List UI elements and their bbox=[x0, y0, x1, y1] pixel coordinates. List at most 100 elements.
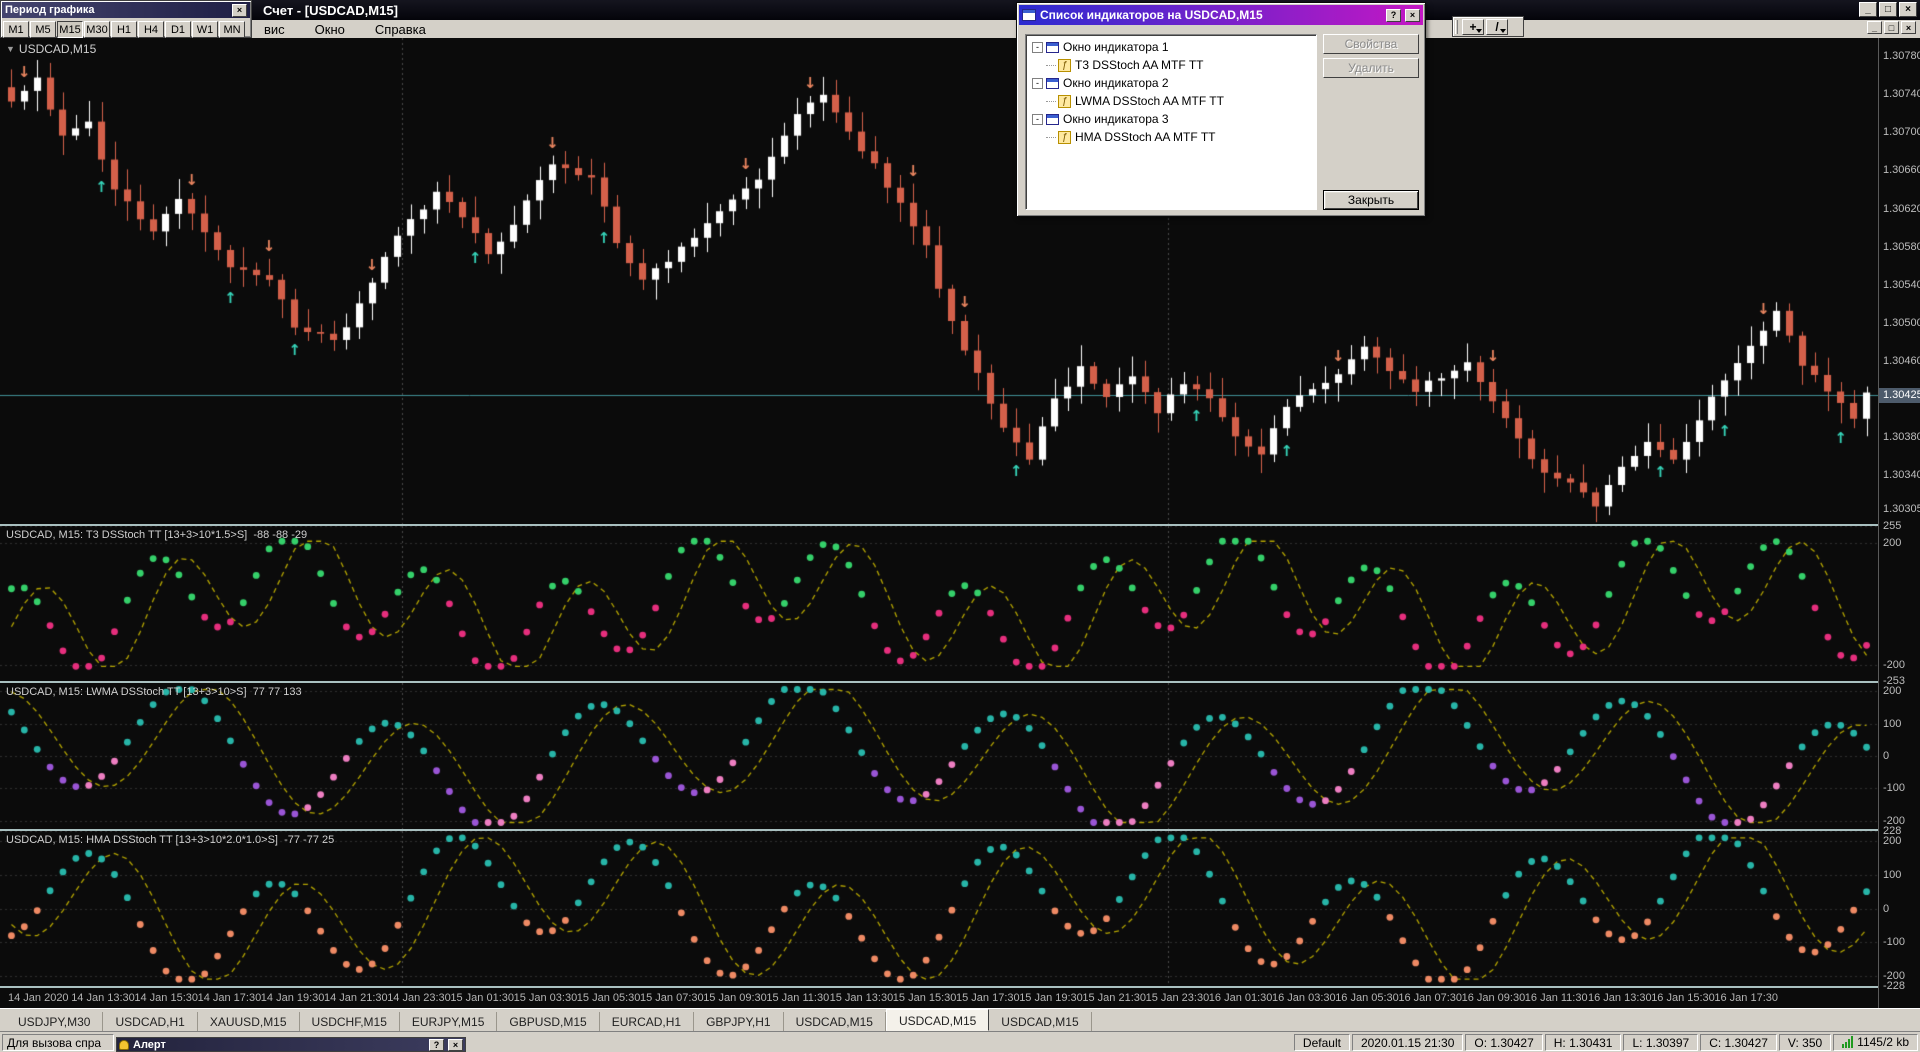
connection-bars-icon bbox=[1842, 1036, 1854, 1048]
tree-item-4[interactable]: - Окно индикатора 3 bbox=[1026, 110, 1316, 128]
indicator-pane-hma-dsstoch[interactable] bbox=[0, 831, 1878, 986]
indicator-pane-t3-dsstoch[interactable] bbox=[0, 526, 1878, 681]
indicator-fx-icon: ƒ bbox=[1058, 94, 1071, 108]
period-toolbar-close-button[interactable]: × bbox=[232, 3, 247, 17]
chart-tab-3[interactable]: USDCHF,M15 bbox=[300, 1012, 400, 1031]
timeframe-button-M5[interactable]: M5 bbox=[30, 21, 56, 38]
menu-item-Справка[interactable]: Справка bbox=[373, 22, 428, 37]
alert-window[interactable]: Алерт ? × bbox=[116, 1037, 466, 1052]
tree-collapse-icon[interactable]: - bbox=[1032, 113, 1043, 125]
tree-item-3[interactable]: ƒ LWMA DSStoch AA MTF TT bbox=[1026, 92, 1316, 110]
menu-item-Окно[interactable]: Окно bbox=[313, 22, 347, 37]
status-segments: Default 2020.01.15 21:30 O: 1.30427 H: 1.30… bbox=[1293, 1033, 1918, 1051]
indicator-pane-lwma-dsstoch[interactable] bbox=[0, 683, 1878, 829]
pane-scale-label: -228 bbox=[1883, 980, 1906, 992]
alert-window-title: Алерт bbox=[133, 1038, 166, 1051]
pane-separator[interactable] bbox=[0, 524, 1920, 526]
delete-button[interactable]: Удалить bbox=[1323, 58, 1419, 78]
tree-item-1[interactable]: ƒ T3 DSStoch AA MTF TT bbox=[1026, 56, 1316, 74]
chart-tab-2[interactable]: XAUUSD,M15 bbox=[198, 1012, 300, 1031]
dialog-title-bar[interactable]: Список индикаторов на USDCAD,M15 ? × bbox=[1019, 5, 1423, 25]
tree-collapse-icon[interactable]: - bbox=[1032, 41, 1043, 53]
trendline-icon: / bbox=[1495, 19, 1499, 34]
pane-separator[interactable] bbox=[0, 829, 1920, 831]
chart-tab-7[interactable]: GBPJPY,H1 bbox=[694, 1012, 784, 1031]
chart-tab-6[interactable]: EURCAD,H1 bbox=[600, 1012, 695, 1031]
tree-branch-line bbox=[1046, 100, 1056, 102]
connection-status: 1145/2 kb bbox=[1833, 1033, 1918, 1051]
main-window-title: Счет - [USDCAD,M15] bbox=[263, 3, 398, 18]
dialog-close-icon-button[interactable]: × bbox=[1405, 8, 1420, 22]
dialog-help-button[interactable]: ? bbox=[1386, 8, 1401, 22]
period-toolbar-title-bar[interactable]: Период графика × bbox=[2, 2, 250, 18]
time-axis-label: 15 Jan 11:30 bbox=[766, 992, 830, 1004]
chart-symbol-text: USDCAD,M15 bbox=[18, 42, 97, 56]
price-axis-label: 1.30460 bbox=[1883, 355, 1920, 367]
time-axis-label: 16 Jan 05:30 bbox=[1335, 992, 1399, 1004]
time-axis-label: 14 Jan 17:30 bbox=[197, 992, 262, 1004]
crosshair-tool-button[interactable]: + bbox=[1462, 18, 1484, 35]
chart-tab-9[interactable]: USDCAD,M15 bbox=[885, 1009, 990, 1031]
tree-item-0[interactable]: - Окно индикатора 1 bbox=[1026, 38, 1316, 56]
price-axis-label: 1.30660 bbox=[1883, 164, 1920, 177]
alert-help-button[interactable]: ? bbox=[429, 1038, 444, 1051]
time-axis-label: 16 Jan 03:30 bbox=[1272, 992, 1336, 1004]
time-axis-label: 16 Jan 01:30 bbox=[1208, 992, 1273, 1004]
timeframe-button-H1[interactable]: H1 bbox=[111, 21, 137, 38]
price-axis[interactable]: 1.30780 1.30740 1.30700 1.30660 1.30620 1.305… bbox=[1878, 38, 1920, 1008]
menu-item-вис[interactable]: вис bbox=[262, 22, 287, 37]
close-dialog-button[interactable]: Закрыть bbox=[1323, 190, 1419, 210]
tree-item-label: HMA DSStoch AA MTF TT bbox=[1075, 130, 1216, 144]
toolbar-grip[interactable] bbox=[1455, 19, 1458, 34]
price-axis-label: 1.30700 bbox=[1883, 126, 1920, 139]
time-axis-label: 14 Jan 23:30 bbox=[387, 992, 451, 1004]
time-axis-label: 15 Jan 07:30 bbox=[640, 992, 704, 1004]
minimize-button[interactable]: _ bbox=[1859, 2, 1877, 17]
timeframe-button-M1[interactable]: M1 bbox=[3, 21, 29, 38]
timeframe-button-W1[interactable]: W1 bbox=[192, 21, 218, 38]
chart-symbol-label[interactable]: ▼ USDCAD,M15 bbox=[6, 42, 96, 56]
indicators-list-dialog: Список индикаторов на USDCAD,M15 ? × - Ок… bbox=[1016, 2, 1426, 217]
time-axis-label: 14 Jan 13:30 bbox=[71, 992, 135, 1004]
close-button[interactable]: × bbox=[1899, 2, 1917, 17]
tree-item-5[interactable]: ƒ HMA DSStoch AA MTF TT bbox=[1026, 128, 1316, 146]
timeframe-button-H4[interactable]: H4 bbox=[138, 21, 164, 38]
chart-tab-1[interactable]: USDCAD,H1 bbox=[103, 1012, 198, 1031]
time-axis-label: 15 Jan 13:30 bbox=[829, 992, 894, 1004]
timeframe-button-M15[interactable]: M15 bbox=[57, 21, 83, 38]
tree-branch-line bbox=[1046, 136, 1056, 138]
timeframe-button-MN[interactable]: MN bbox=[219, 21, 245, 38]
chart-tab-8[interactable]: USDCAD,M15 bbox=[784, 1012, 886, 1031]
time-axis-label: 14 Jan 21:30 bbox=[324, 992, 388, 1004]
connection-traffic-text: 1145/2 kb bbox=[1857, 1035, 1909, 1049]
pane-scale-label: -100 bbox=[1883, 936, 1906, 949]
chart-tab-0[interactable]: USDJPY,M30 bbox=[6, 1012, 104, 1031]
tree-branch-line bbox=[1046, 64, 1056, 66]
status-segment-2: O: 1.30427 bbox=[1465, 1033, 1543, 1051]
chart-tab-10[interactable]: USDCAD,M15 bbox=[989, 1012, 1092, 1031]
child-restore-button[interactable]: □ bbox=[1884, 21, 1899, 34]
tree-item-label: T3 DSStoch AA MTF TT bbox=[1075, 58, 1204, 72]
main-title-bar: Счет - [USDCAD,M15] _ □ × bbox=[0, 0, 1920, 20]
maximize-button[interactable]: □ bbox=[1879, 2, 1897, 17]
pane-scale-label: -200 bbox=[1883, 658, 1906, 671]
trendline-tool-button[interactable]: / bbox=[1486, 18, 1508, 35]
properties-button[interactable]: Свойства bbox=[1323, 34, 1419, 54]
time-axis-label: 15 Jan 23:30 bbox=[1145, 992, 1210, 1004]
alert-close-button[interactable]: × bbox=[448, 1038, 463, 1051]
main-price-chart[interactable] bbox=[0, 38, 1878, 524]
child-close-button[interactable]: × bbox=[1901, 21, 1916, 34]
timeframe-button-M30[interactable]: M30 bbox=[84, 21, 110, 38]
chart-tab-5[interactable]: GBPUSD,M15 bbox=[497, 1012, 600, 1031]
chart-tab-4[interactable]: EURJPY,M15 bbox=[400, 1012, 498, 1031]
price-axis-label: 1.30620 bbox=[1883, 202, 1920, 215]
time-axis: 14 Jan 2020 14 Jan 13:30 14 Jan 15:30 14 Ja… bbox=[0, 988, 1878, 1008]
indicators-tree[interactable]: - Окно индикатора 1 ƒ T3 DSStoch AA MTF TT -… bbox=[1025, 34, 1317, 210]
timeframe-button-D1[interactable]: D1 bbox=[165, 21, 191, 38]
time-axis-label: 15 Jan 17:30 bbox=[956, 992, 1020, 1004]
child-minimize-button[interactable]: _ bbox=[1867, 21, 1882, 34]
price-axis-label: 1.30540 bbox=[1883, 278, 1920, 291]
tree-item-2[interactable]: - Окно индикатора 2 bbox=[1026, 74, 1316, 92]
tree-collapse-icon[interactable]: - bbox=[1032, 77, 1043, 89]
pane-separator[interactable] bbox=[0, 681, 1920, 683]
